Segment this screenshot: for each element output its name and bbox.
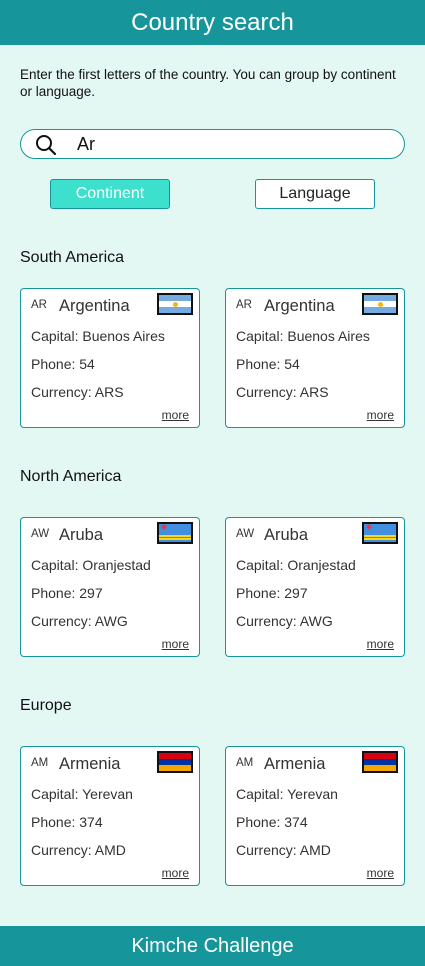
continent-button[interactable]: Continent bbox=[50, 179, 170, 209]
country-phone: Phone: 54 bbox=[236, 356, 300, 372]
country-currency: Currency: AWG bbox=[236, 613, 333, 629]
country-capital: Capital: Buenos Aires bbox=[236, 328, 370, 344]
country-code: AW bbox=[31, 528, 50, 540]
more-link[interactable]: more bbox=[162, 408, 189, 422]
country-name: Armenia bbox=[264, 755, 326, 773]
armenia-flag-icon bbox=[157, 751, 193, 773]
search-box[interactable] bbox=[20, 129, 405, 159]
country-code: AW bbox=[236, 528, 255, 540]
more-link[interactable]: more bbox=[367, 408, 394, 422]
group-title-south-america: South America bbox=[20, 249, 125, 266]
group-title-europe: Europe bbox=[20, 697, 72, 714]
country-card-argentina[interactable]: AR Argentina Capital: Buenos Aires Phone… bbox=[225, 288, 405, 428]
aruba-flag-icon bbox=[157, 522, 193, 544]
app-header: Country search bbox=[0, 0, 425, 45]
country-code: AR bbox=[31, 299, 47, 311]
aruba-flag-icon bbox=[362, 522, 398, 544]
country-card-argentina[interactable]: AR Argentina Capital: Buenos Aires Phone… bbox=[20, 288, 200, 428]
country-capital: Capital: Oranjestad bbox=[236, 557, 356, 573]
country-card-aruba[interactable]: AW Aruba Capital: Oranjestad Phone: 297 … bbox=[225, 517, 405, 657]
footer-label: Kimche Challenge bbox=[131, 935, 294, 957]
more-link[interactable]: more bbox=[162, 866, 189, 880]
country-currency: Currency: AMD bbox=[31, 842, 126, 858]
armenia-flag-icon bbox=[362, 751, 398, 773]
country-name: Aruba bbox=[264, 526, 309, 544]
argentina-flag-icon bbox=[362, 293, 398, 315]
country-phone: Phone: 374 bbox=[31, 814, 103, 830]
country-card-aruba[interactable]: AW Aruba Capital: Oranjestad Phone: 297 … bbox=[20, 517, 200, 657]
app-title: Country search bbox=[131, 9, 294, 36]
country-phone: Phone: 297 bbox=[31, 585, 103, 601]
country-currency: Currency: AMD bbox=[236, 842, 331, 858]
country-name: Argentina bbox=[264, 297, 335, 315]
country-capital: Capital: Buenos Aires bbox=[31, 328, 165, 344]
country-code: AR bbox=[236, 299, 252, 311]
more-link[interactable]: more bbox=[367, 637, 394, 651]
country-code: AM bbox=[31, 757, 49, 769]
country-phone: Phone: 374 bbox=[236, 814, 308, 830]
country-currency: Currency: ARS bbox=[31, 384, 124, 400]
country-code: AM bbox=[236, 757, 254, 769]
country-capital: Capital: Oranjestad bbox=[31, 557, 151, 573]
country-name: Aruba bbox=[59, 526, 104, 544]
country-phone: Phone: 297 bbox=[236, 585, 308, 601]
app-footer: Kimche Challenge bbox=[0, 926, 425, 966]
instructions-text: Enter the first letters of the country. … bbox=[20, 67, 396, 99]
country-currency: Currency: ARS bbox=[236, 384, 329, 400]
search-icon bbox=[36, 135, 57, 156]
argentina-flag-icon bbox=[157, 293, 193, 315]
more-link[interactable]: more bbox=[367, 866, 394, 880]
country-currency: Currency: AWG bbox=[31, 613, 128, 629]
country-card-armenia[interactable]: AM Armenia Capital: Yerevan Phone: 374 C… bbox=[225, 746, 405, 886]
more-link[interactable]: more bbox=[162, 637, 189, 651]
language-button[interactable]: Language bbox=[255, 179, 375, 209]
country-card-armenia[interactable]: AM Armenia Capital: Yerevan Phone: 374 C… bbox=[20, 746, 200, 886]
country-phone: Phone: 54 bbox=[31, 356, 95, 372]
country-name: Armenia bbox=[59, 755, 121, 773]
group-title-north-america: North America bbox=[20, 468, 122, 485]
country-name: Argentina bbox=[59, 297, 130, 315]
search-input[interactable] bbox=[77, 132, 387, 156]
country-capital: Capital: Yerevan bbox=[31, 786, 133, 802]
country-capital: Capital: Yerevan bbox=[236, 786, 338, 802]
